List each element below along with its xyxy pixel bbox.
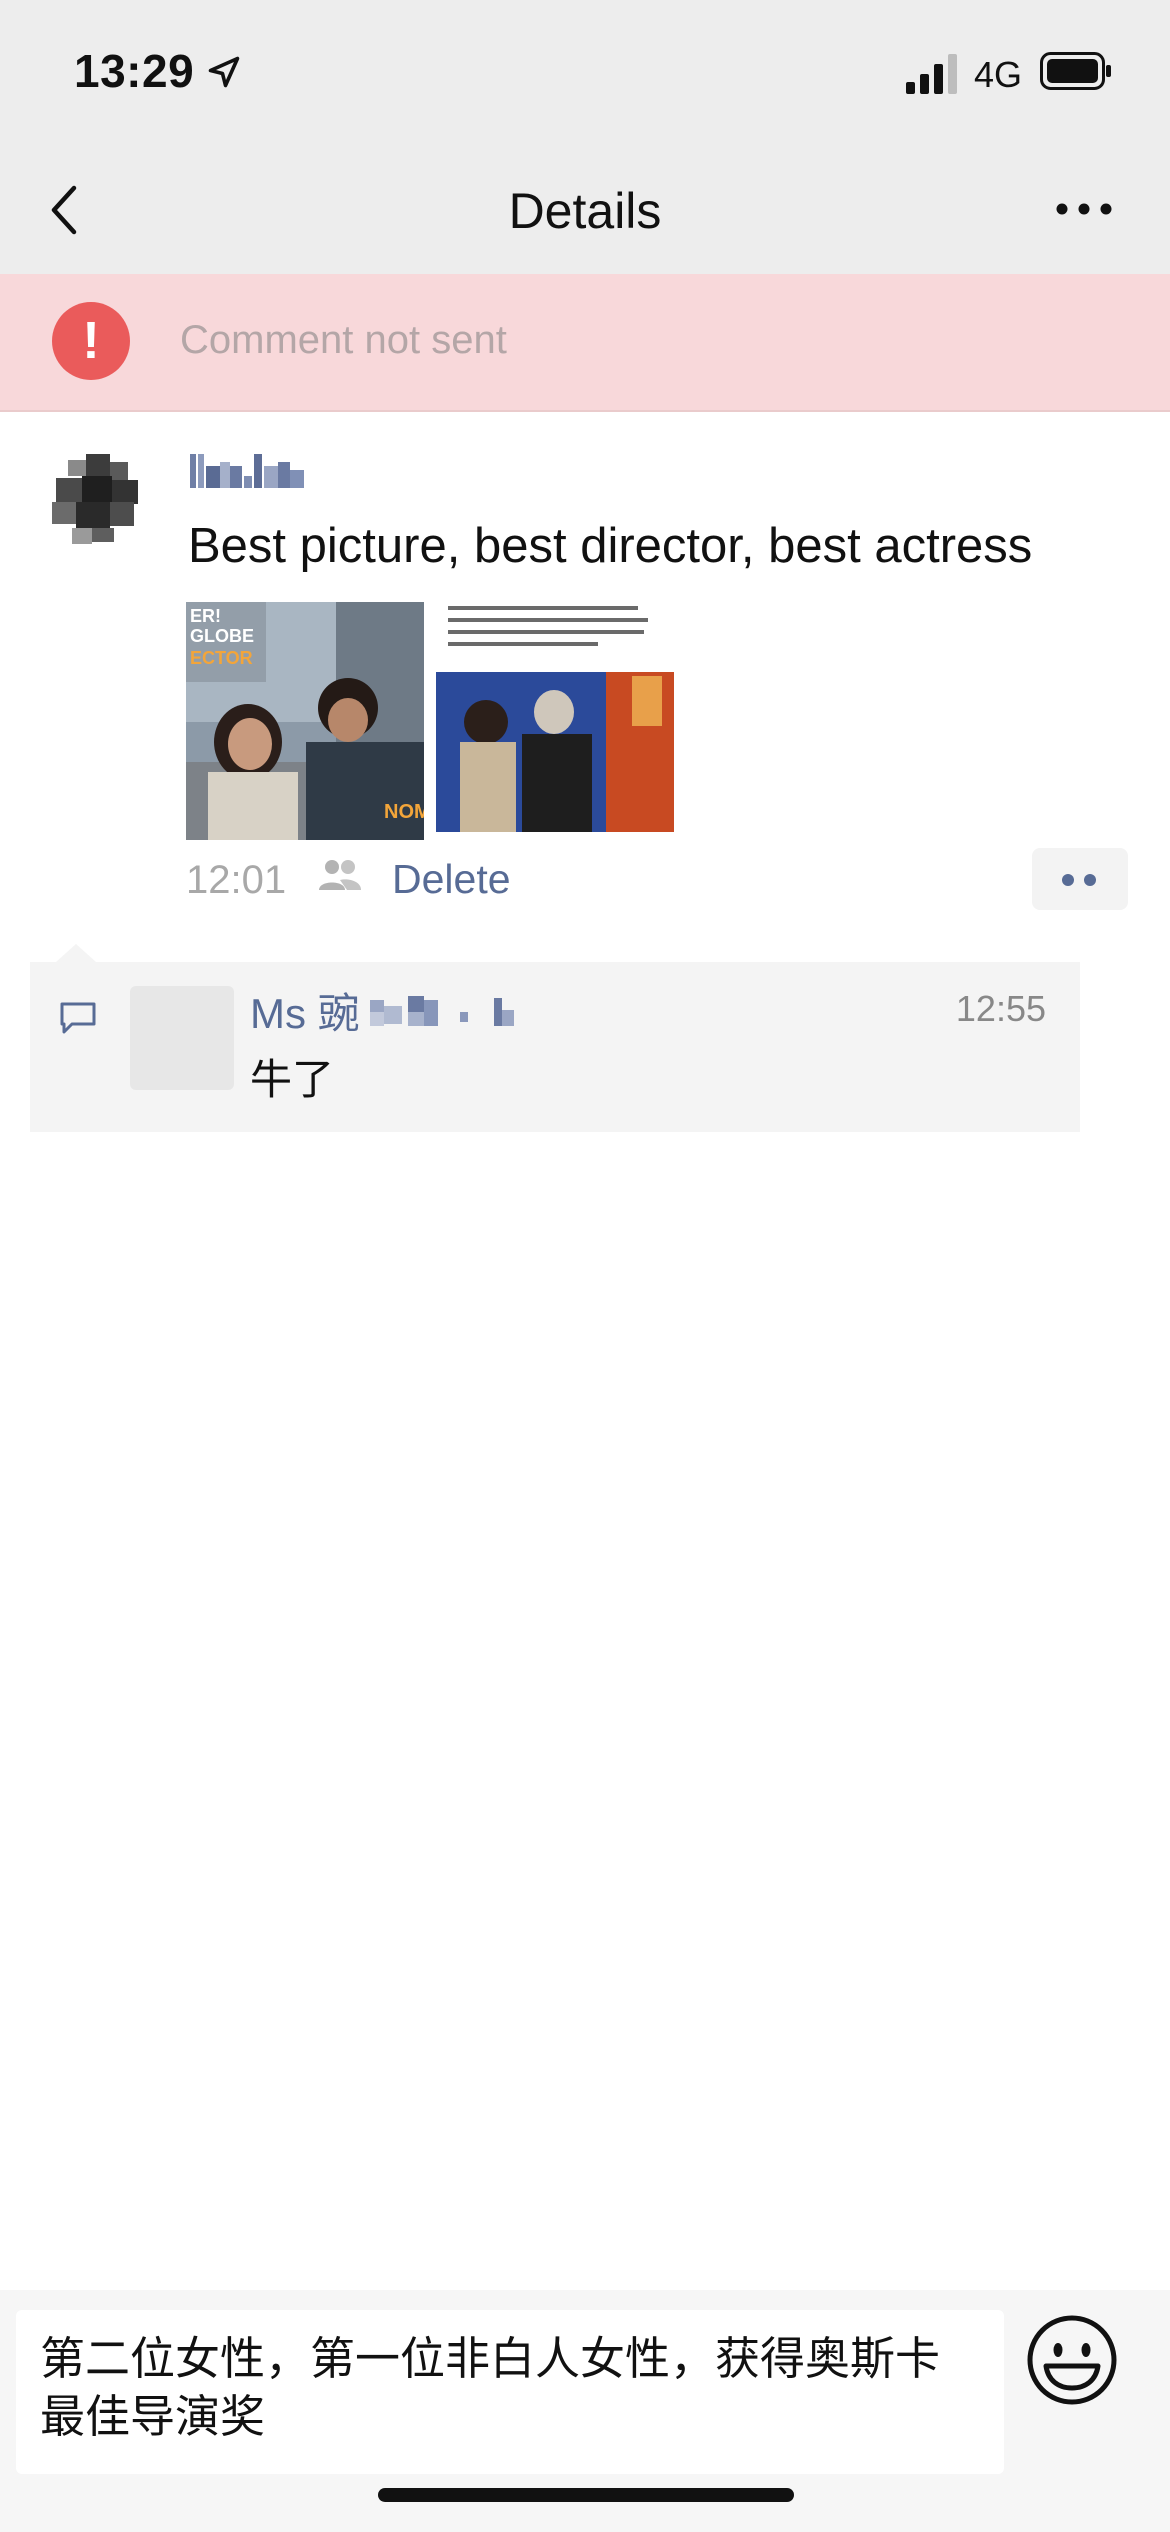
comment-error-banner[interactable]: ! Comment not sent <box>0 274 1170 412</box>
more-options-icon[interactable] <box>1054 194 1114 224</box>
post-author-name-pixelated[interactable] <box>188 448 312 494</box>
comments-section: Ms 豌 12:55 牛了 <box>30 962 1080 1132</box>
post-time: 12:01 <box>186 858 287 902</box>
post-actions-button[interactable] <box>1032 848 1128 910</box>
battery-icon <box>1040 52 1111 90</box>
comments-pointer <box>56 944 96 962</box>
cellular-signal-icon <box>906 54 957 94</box>
dot-icon <box>1084 874 1096 886</box>
delete-post-link[interactable]: Delete <box>392 856 511 903</box>
post-text: Best picture, best director, best actres… <box>188 519 1033 573</box>
status-time: 13:29 <box>74 45 195 97</box>
svg-text:NOM: NOM <box>384 801 424 823</box>
post-author-avatar[interactable] <box>38 440 154 556</box>
commenter-avatar[interactable] <box>130 986 234 1090</box>
error-message: Comment not sent <box>180 318 507 362</box>
comment-bubble-icon <box>60 1002 96 1034</box>
commenter-name-pixelated[interactable] <box>368 990 540 1034</box>
post-image-1[interactable]: ER! GLOBE ECTOR NOM <box>186 602 424 840</box>
visibility-people-icon[interactable] <box>318 858 362 892</box>
page-title: Details <box>508 183 662 239</box>
comment-input[interactable]: 第二位女性，第一位非白人女性，获得奥斯卡最佳导演奖 <box>16 2310 1004 2474</box>
commenter-name[interactable]: Ms 豌 <box>250 980 360 1041</box>
svg-text:ER!: ER! <box>190 606 221 626</box>
post-image-1-graphic: ER! GLOBE ECTOR NOM <box>186 602 424 840</box>
navigation-bar: Details <box>0 140 1170 274</box>
home-indicator <box>378 2488 794 2502</box>
dot-icon <box>1062 874 1074 886</box>
comment-text: 牛了 <box>250 1056 335 1103</box>
svg-text:GLOBE: GLOBE <box>190 626 254 646</box>
status-bar: 13:29 4G <box>0 0 1170 140</box>
error-alert-icon: ! <box>52 302 130 380</box>
network-type: 4G <box>974 54 1023 95</box>
emoji-face-icon[interactable] <box>1026 2314 1118 2406</box>
post-image-2[interactable] <box>436 602 674 840</box>
post-image-2-graphic <box>436 602 674 840</box>
comment-time: 12:55 <box>955 988 1046 1029</box>
location-arrow-icon <box>208 56 240 88</box>
svg-text:ECTOR: ECTOR <box>190 648 253 668</box>
